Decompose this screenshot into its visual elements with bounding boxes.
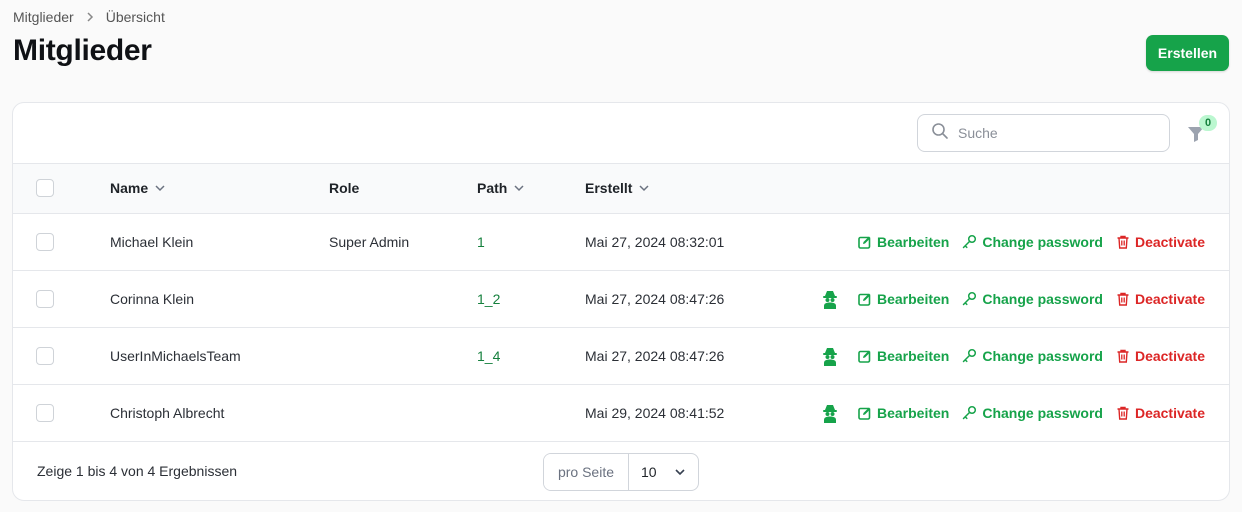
cell-created: Mai 27, 2024 08:47:26 xyxy=(585,290,725,307)
members-table-card: 0 Name Role Path xyxy=(12,102,1230,501)
edit-label: Bearbeiten xyxy=(877,347,950,364)
chevron-down-icon xyxy=(639,185,649,192)
row-checkbox[interactable] xyxy=(36,289,54,308)
breadcrumb-item-members[interactable]: Mitglieder xyxy=(13,9,74,25)
edit-button[interactable]: Bearbeiten xyxy=(858,291,949,307)
edit-label: Bearbeiten xyxy=(877,404,950,421)
change-password-label: Change password xyxy=(982,347,1103,364)
row-actions: Bearbeiten Change password Deactivate xyxy=(813,289,1229,309)
table-row: Michael Klein Super Admin 1 Mai 27, 2024 08… xyxy=(13,213,1229,270)
row-actions: Bearbeiten Change password Deactivate xyxy=(813,346,1229,366)
deactivate-button[interactable]: Deactivate xyxy=(1116,234,1205,250)
chevron-right-icon xyxy=(84,11,96,23)
trash-icon xyxy=(1116,292,1130,306)
cell-role: Super Admin xyxy=(329,233,410,250)
cell-created: Mai 29, 2024 08:41:52 xyxy=(585,404,725,421)
table-row: UserInMichaelsTeam 1_4 Mai 27, 2024 08:47:… xyxy=(13,327,1229,384)
create-button[interactable]: Erstellen xyxy=(1146,35,1229,71)
edit-label: Bearbeiten xyxy=(877,233,950,250)
cell-role xyxy=(329,384,477,441)
change-password-button[interactable]: Change password xyxy=(962,405,1103,421)
column-header-path-label: Path xyxy=(477,180,508,197)
edit-button[interactable]: Bearbeiten xyxy=(858,234,949,250)
edit-icon xyxy=(858,235,872,249)
edit-label: Bearbeiten xyxy=(877,290,950,307)
deactivate-label: Deactivate xyxy=(1134,404,1205,421)
change-password-button[interactable]: Change password xyxy=(962,234,1103,250)
edit-icon xyxy=(858,406,872,420)
page-title: Mitglieder xyxy=(13,34,152,67)
column-header-path[interactable]: Path xyxy=(477,180,525,196)
cell-created: Mai 27, 2024 08:47:26 xyxy=(585,347,725,364)
edit-icon xyxy=(858,349,872,363)
breadcrumb: Mitglieder Übersicht xyxy=(13,9,165,25)
table-row: Corinna Klein 1_2 Mai 27, 2024 08:47:26 Bea… xyxy=(13,270,1229,327)
edit-button[interactable]: Bearbeiten xyxy=(858,348,949,364)
table-footer: Zeige 1 bis 4 von 4 Ergebnissen pro Seit… xyxy=(13,442,1229,501)
select-all-checkbox[interactable] xyxy=(36,179,54,198)
per-page-dropdown[interactable]: 10 xyxy=(629,454,698,490)
cell-path[interactable]: 1_2 xyxy=(477,291,500,307)
chevron-down-icon xyxy=(675,468,685,475)
edit-button[interactable]: Bearbeiten xyxy=(858,405,949,421)
trash-icon xyxy=(1116,235,1130,249)
per-page-label: pro Seite xyxy=(544,453,629,490)
cell-name: Christoph Albrecht xyxy=(110,404,225,421)
deactivate-label: Deactivate xyxy=(1134,233,1205,250)
change-password-label: Change password xyxy=(982,290,1103,307)
change-password-label: Change password xyxy=(982,233,1103,250)
key-icon xyxy=(962,291,977,306)
edit-icon xyxy=(858,292,872,306)
deactivate-button[interactable]: Deactivate xyxy=(1116,405,1205,421)
trash-icon xyxy=(1116,349,1130,363)
members-table: Name Role Path Erstellt Michael Klein Su… xyxy=(13,164,1229,442)
spy-icon[interactable] xyxy=(820,289,840,309)
results-summary: Zeige 1 bis 4 von 4 Ergebnissen xyxy=(37,462,238,479)
cell-role xyxy=(329,270,477,327)
change-password-label: Change password xyxy=(982,404,1103,421)
deactivate-label: Deactivate xyxy=(1134,290,1205,307)
breadcrumb-item-overview: Übersicht xyxy=(105,9,165,25)
cell-name: Michael Klein xyxy=(110,233,194,250)
search-box[interactable] xyxy=(917,114,1170,152)
cell-name: Corinna Klein xyxy=(110,290,195,307)
trash-icon xyxy=(1116,406,1130,420)
column-header-created-label: Erstellt xyxy=(585,180,633,197)
column-header-created[interactable]: Erstellt xyxy=(585,180,650,196)
column-header-name[interactable]: Name xyxy=(110,180,166,196)
table-toolbar: 0 xyxy=(13,103,1229,164)
per-page-value: 10 xyxy=(641,463,657,480)
cell-path[interactable]: 1_4 xyxy=(477,348,500,364)
cell-role xyxy=(329,327,477,384)
column-header-role: Role xyxy=(329,180,360,197)
cell-path[interactable]: 1 xyxy=(477,234,485,250)
key-icon xyxy=(962,348,977,363)
table-header-row: Name Role Path Erstellt xyxy=(13,164,1229,213)
deactivate-button[interactable]: Deactivate xyxy=(1116,291,1205,307)
spy-icon[interactable] xyxy=(820,346,840,366)
table-row: Christoph Albrecht Mai 29, 2024 08:41:52 B… xyxy=(13,384,1229,441)
row-checkbox[interactable] xyxy=(36,346,54,365)
key-icon xyxy=(962,405,977,420)
deactivate-button[interactable]: Deactivate xyxy=(1116,348,1205,364)
change-password-button[interactable]: Change password xyxy=(962,348,1103,364)
cell-created: Mai 27, 2024 08:32:01 xyxy=(585,233,725,250)
search-input[interactable] xyxy=(958,125,1148,141)
change-password-button[interactable]: Change password xyxy=(962,291,1103,307)
filter-count-badge: 0 xyxy=(1199,115,1217,131)
chevron-down-icon xyxy=(155,185,165,192)
cell-name: UserInMichaelsTeam xyxy=(110,347,241,364)
per-page-select[interactable]: pro Seite 10 xyxy=(543,452,699,491)
row-actions: Bearbeiten Change password Deactivate xyxy=(813,234,1229,250)
deactivate-label: Deactivate xyxy=(1134,347,1205,364)
key-icon xyxy=(962,234,977,249)
column-header-name-label: Name xyxy=(110,180,149,197)
row-checkbox[interactable] xyxy=(36,403,54,422)
row-actions: Bearbeiten Change password Deactivate xyxy=(813,403,1229,423)
row-checkbox[interactable] xyxy=(36,232,54,251)
search-icon xyxy=(931,122,949,145)
chevron-down-icon xyxy=(514,185,524,192)
spy-icon[interactable] xyxy=(820,403,840,423)
